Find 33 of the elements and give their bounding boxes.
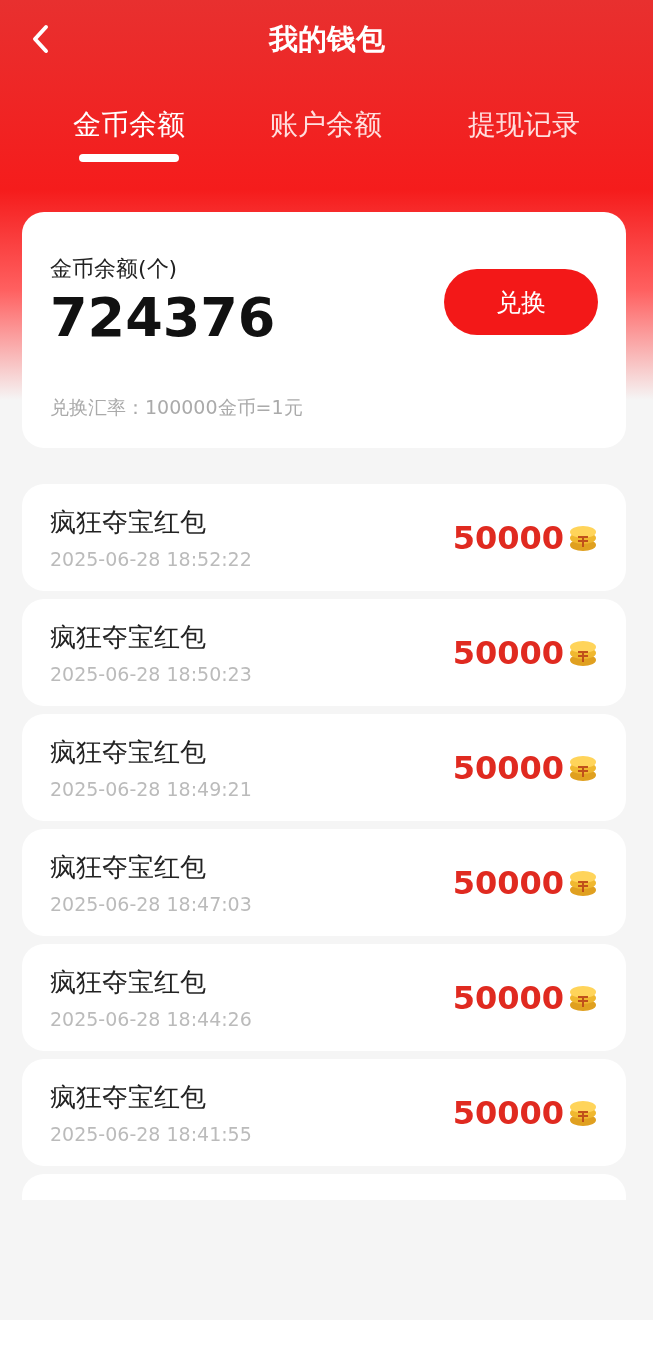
record-amount: 50000 xyxy=(452,978,564,1017)
record-title: 疯狂夺宝红包 xyxy=(50,851,207,884)
tab[interactable]: 金币余额 xyxy=(72,98,185,152)
record-time: 2025-06-28 18:52:22 xyxy=(50,548,252,570)
record-title: 疯狂夺宝红包 xyxy=(50,966,207,999)
record-amount: 50000 xyxy=(452,863,564,902)
back-icon[interactable] xyxy=(30,24,50,54)
coin-stack-icon xyxy=(568,638,598,667)
record-title: 疯狂夺宝红包 xyxy=(50,506,207,539)
record-time: 2025-06-28 18:44:26 xyxy=(50,1008,252,1030)
record-amount: 50000 xyxy=(452,1093,564,1132)
record-amount: 50000 xyxy=(452,518,564,557)
record-amount: 50000 xyxy=(452,633,564,672)
page-title: 我的钱包 xyxy=(268,21,385,58)
coin-stack-icon xyxy=(568,868,598,897)
record-time: 2025-06-28 18:47:03 xyxy=(50,893,252,915)
record-time: 2025-06-28 18:50:23 xyxy=(50,663,252,685)
coin-stack-icon xyxy=(568,983,598,1012)
coin-stack-icon xyxy=(568,523,598,552)
exchange-button[interactable]: 兑换 xyxy=(444,269,598,335)
record-title: 疯狂夺宝红包 xyxy=(50,736,207,769)
coin-balance: 724376 xyxy=(50,286,277,349)
tab[interactable]: 账户余额 xyxy=(270,98,383,152)
balance-label: 金币余额(个) xyxy=(50,255,179,283)
record-time: 2025-06-28 18:41:55 xyxy=(50,1123,252,1145)
record-time: 2025-06-28 18:49:21 xyxy=(50,778,252,800)
exchange-rate: 兑换汇率：100000金币=1元 xyxy=(50,395,303,420)
record-title: 疯狂夺宝红包 xyxy=(50,621,207,654)
coin-stack-icon xyxy=(568,753,598,782)
coin-stack-icon xyxy=(568,1098,598,1127)
record-amount: 50000 xyxy=(452,748,564,787)
record-title: 疯狂夺宝红包 xyxy=(50,1081,207,1114)
tab[interactable]: 提现记录 xyxy=(468,98,581,152)
